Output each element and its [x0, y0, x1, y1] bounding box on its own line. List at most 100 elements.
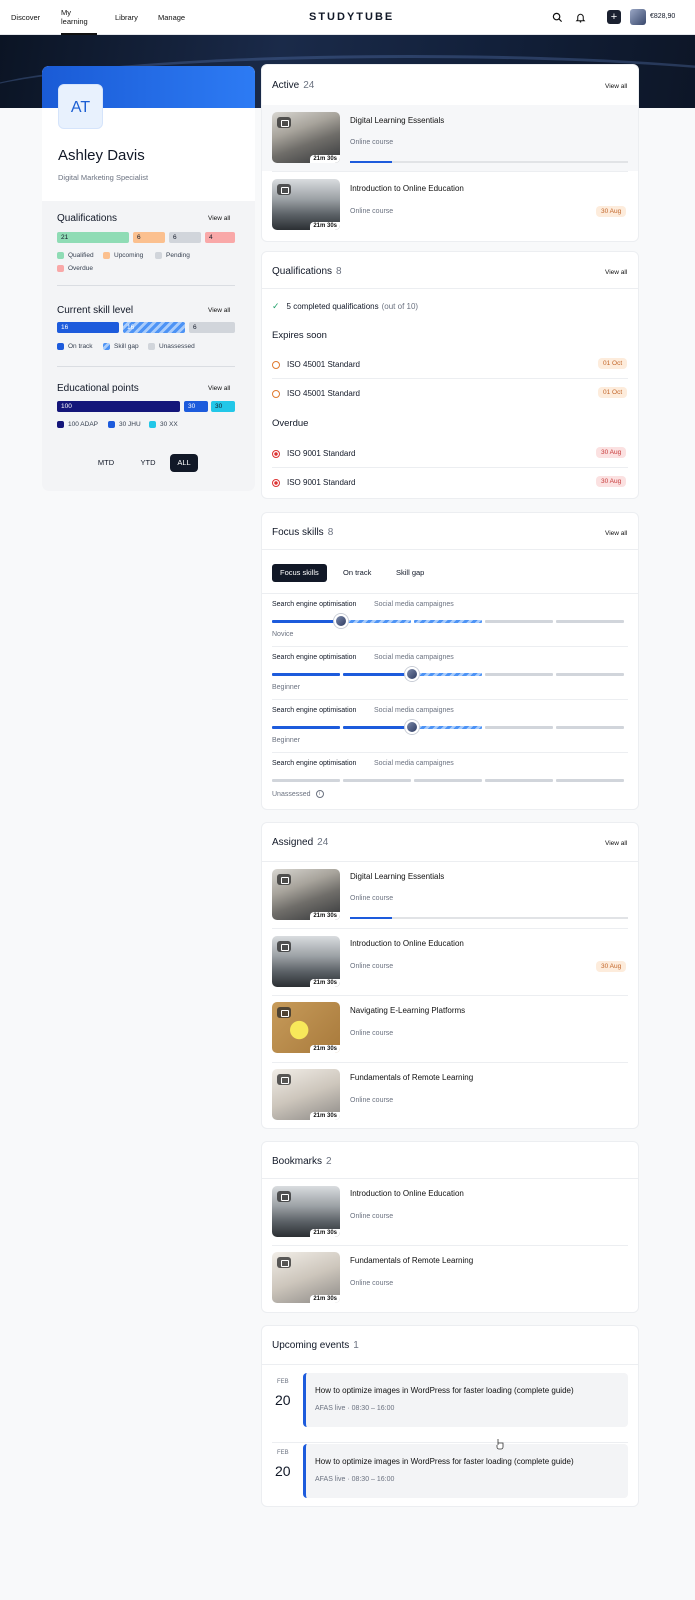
skill-level-heading: Current skill level — [57, 305, 134, 316]
qualification-row[interactable]: ISO 9001 Standard — [272, 478, 356, 487]
progress-bar — [350, 161, 628, 163]
duration: 21m 30s — [310, 1045, 340, 1053]
legend-xx: 30 XX — [149, 421, 178, 428]
duration: 21m 30s — [310, 1229, 340, 1237]
tab-skill-gap[interactable]: Skill gap — [388, 564, 432, 582]
list-item[interactable]: 21m 30s Introduction to Online Education… — [262, 929, 638, 995]
on-track-bar: 16 — [57, 322, 119, 333]
event-item[interactable]: How to optimize images in WordPress for … — [303, 1444, 628, 1498]
search-icon[interactable] — [552, 12, 563, 23]
play-icon — [277, 184, 291, 195]
profile-stats: Qualifications View all 21 6 6 4 Qualifi… — [42, 201, 255, 491]
event-day: 20 — [275, 1392, 291, 1408]
skill-level-view-all[interactable]: View all — [208, 307, 230, 314]
qualification-row[interactable]: ISO 45001 Standard — [272, 360, 360, 369]
qualification-row[interactable]: ISO 45001 Standard — [272, 389, 360, 398]
top-bar: Discover My learning Library Manage STUD… — [0, 0, 695, 35]
skill-name[interactable]: Search engine optimisation — [272, 707, 356, 714]
course-thumbnail: 21m 30s — [272, 1186, 340, 1237]
list-item[interactable]: 21m 30s Introduction to Online Education… — [262, 172, 638, 238]
list-item[interactable]: 21m 30s Fundamentals of Remote Learning … — [262, 1063, 638, 1129]
duration: 21m 30s — [310, 222, 340, 230]
list-item[interactable]: 21m 30s Introduction to Online Education… — [262, 1179, 638, 1245]
play-icon — [277, 117, 291, 128]
divider — [262, 1364, 638, 1365]
skill-name[interactable]: Search engine optimisation — [272, 760, 356, 767]
period-mtd[interactable]: MTD — [92, 454, 120, 472]
event-title: How to optimize images in WordPress for … — [315, 1386, 574, 1395]
points-view-all[interactable]: View all — [208, 385, 230, 392]
nav-discover[interactable]: Discover — [11, 0, 40, 35]
period-all[interactable]: ALL — [170, 454, 198, 472]
skill-level-handle[interactable] — [334, 614, 348, 628]
skill-level-segment — [414, 673, 482, 676]
course-thumbnail: 21m 30s — [272, 869, 340, 920]
active-card: Active 24 View all 21m 30s Digital Learni… — [261, 64, 639, 242]
add-button[interactable]: + — [607, 10, 621, 24]
adap-bar: 100 — [57, 401, 180, 412]
skill-name[interactable]: Search engine optimisation — [272, 654, 356, 661]
skill-level-segment — [556, 620, 624, 623]
skill-level-segment — [272, 620, 340, 623]
list-item[interactable]: 21m 30s Navigating E-Learning Platforms … — [262, 996, 638, 1062]
list-item[interactable]: 21m 30s Digital Learning Essentials Onli… — [262, 862, 638, 928]
skill-level-segment — [556, 673, 624, 676]
active-view-all[interactable]: View all — [605, 83, 627, 90]
skill-level-handle[interactable] — [405, 720, 419, 734]
list-item[interactable]: 21m 30s Fundamentals of Remote Learning … — [262, 1246, 638, 1312]
progress-fill — [350, 917, 392, 919]
skill-level-label: Beginner — [272, 684, 301, 691]
legend-pending: Pending — [155, 252, 190, 259]
info-icon[interactable]: i — [315, 790, 324, 798]
course-title: Navigating E-Learning Platforms — [350, 1006, 466, 1015]
skill-level-handle[interactable] — [405, 667, 419, 681]
course-thumbnail: 21m 30s — [272, 1252, 340, 1303]
skill-name[interactable]: Search engine optimisation — [272, 601, 356, 608]
tab-focus-skills[interactable]: Focus skills — [272, 564, 327, 582]
event-month: FEB — [277, 1379, 289, 1385]
bookmarks-heading: Bookmarks 2 — [272, 1156, 332, 1167]
nav-library[interactable]: Library — [115, 0, 138, 35]
list-item[interactable]: 21m 30s Digital Learning Essentials Onli… — [262, 105, 638, 171]
bell-icon[interactable] — [575, 12, 586, 23]
expiry-tag: 01 Oct — [598, 387, 628, 398]
points-heading: Educational points — [57, 383, 139, 394]
nav-manage[interactable]: Manage — [158, 0, 185, 35]
course-title: Fundamentals of Remote Learning — [350, 1073, 474, 1082]
assigned-view-all[interactable]: View all — [605, 840, 627, 847]
assigned-card: Assigned 24 View all 21m 30s Digital Lear… — [261, 822, 639, 1129]
skill-secondary[interactable]: Social media campaignes — [374, 601, 454, 608]
overdue-tag: 30 Aug — [596, 476, 627, 487]
course-thumbnail: 21m 30s — [272, 1069, 340, 1120]
skill-level-segment — [485, 726, 553, 729]
course-type: Online course — [350, 139, 394, 146]
profile-title: Digital Marketing Specialist — [58, 173, 149, 182]
qualifications-card-heading: Qualifications 8 — [272, 266, 342, 277]
qualification-row[interactable]: ISO 9001 Standard — [272, 449, 356, 458]
focus-skills-view-all[interactable]: View all — [605, 530, 627, 537]
qualifications-view-all[interactable]: View all — [208, 215, 230, 222]
logo[interactable]: STUDYTUBE — [309, 11, 394, 23]
course-title: Introduction to Online Education — [350, 939, 464, 948]
overdue-tag: 30 Aug — [596, 447, 627, 458]
skill-level-label: Beginner — [272, 737, 301, 744]
period-ytd[interactable]: YTD — [134, 454, 162, 472]
jhu-bar: 30 — [184, 401, 208, 412]
skill-secondary[interactable]: Social media campaignes — [374, 760, 454, 767]
qualifications-card-view-all[interactable]: View all — [605, 269, 627, 276]
nav-my-learning[interactable]: My learning — [61, 0, 97, 35]
skill-secondary[interactable]: Social media campaignes — [374, 707, 454, 714]
skill-level-segment — [343, 779, 411, 782]
qualifications-heading: Qualifications — [57, 213, 118, 224]
due-date-tag: 30 Aug — [596, 961, 627, 972]
tab-on-track[interactable]: On track — [335, 564, 379, 582]
legend-jhu: 30 JHU — [108, 421, 141, 428]
focus-skills-card: Focus skills 8 View all Focus skills On t… — [261, 512, 639, 810]
user-avatar[interactable] — [630, 9, 646, 25]
course-type: Online course — [350, 1280, 394, 1287]
active-heading: Active 24 — [272, 80, 315, 91]
event-item[interactable]: How to optimize images in WordPress for … — [303, 1373, 628, 1427]
skill-secondary[interactable]: Social media campaignes — [374, 654, 454, 661]
wallet-balance[interactable]: €828,90 — [650, 13, 675, 20]
event-meta: AFAS live · 08:30 – 16:00 — [315, 1405, 395, 1412]
